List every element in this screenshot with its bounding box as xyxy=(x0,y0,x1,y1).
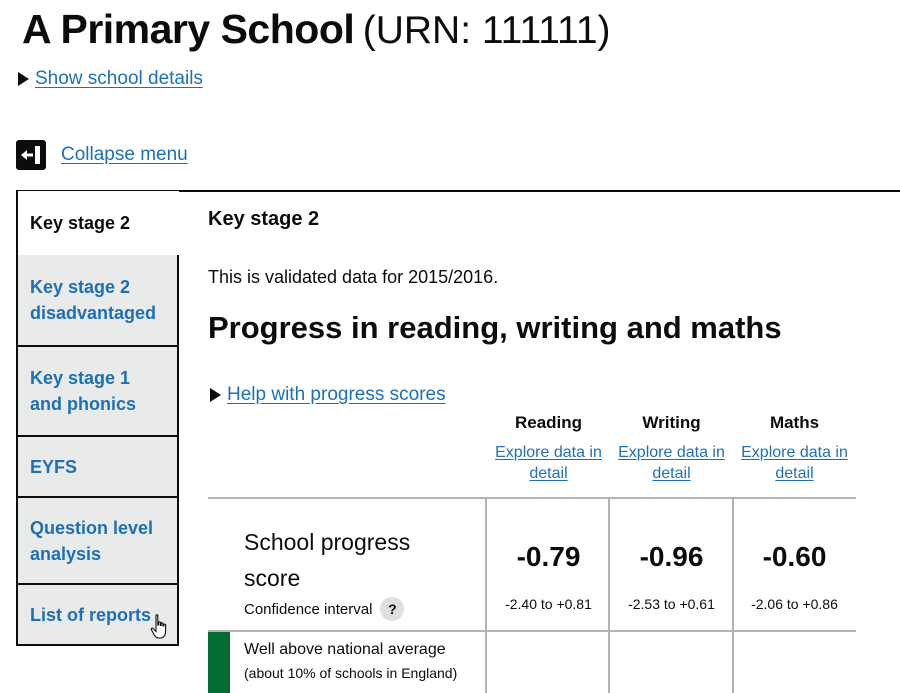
explore-maths-link[interactable]: Explore data in detail xyxy=(733,442,856,484)
sidebar-item-label: EYFS xyxy=(30,456,78,477)
column-header-writing: Writing Explore data in detail xyxy=(610,413,733,484)
sidebar-item-key-stage-2-disadvantaged[interactable]: Key stage 2 disadvantaged xyxy=(16,255,179,347)
show-school-details-toggle[interactable]: Show school details xyxy=(18,68,203,90)
sidebar-item-label: Question level analysis xyxy=(30,517,154,564)
column-header-maths: Maths Explore data in detail xyxy=(733,413,856,484)
band-color-swatch xyxy=(208,632,230,693)
band-subtitle: (about 10% of schools in England) xyxy=(244,665,458,681)
section-heading: Key stage 2 xyxy=(208,208,320,230)
school-urn: (URN: 111111) xyxy=(362,9,611,52)
school-name: A Primary School xyxy=(22,6,355,52)
column-name: Maths xyxy=(769,413,820,432)
collapse-menu-icon[interactable] xyxy=(16,140,46,170)
writing-score: -0.96 xyxy=(639,541,704,572)
hand-pointer-cursor-icon xyxy=(150,614,167,639)
sidebar-item-eyfs[interactable]: EYFS xyxy=(16,437,179,498)
reading-score: -0.79 xyxy=(516,541,581,572)
sidebar-item-question-level-analysis[interactable]: Question level analysis xyxy=(16,498,179,585)
confidence-interval-label: Confidence interval xyxy=(244,600,373,618)
sidebar-item-label: Key stage 2 disadvantaged xyxy=(30,277,157,323)
band-title: Well above national average xyxy=(244,641,446,658)
help-progress-scores-link[interactable]: Help with progress scores xyxy=(227,384,446,406)
table-divider xyxy=(208,630,856,632)
sidebar-item-label: Key stage 2 xyxy=(30,213,131,233)
explore-reading-link[interactable]: Explore data in detail xyxy=(487,442,610,484)
column-name: Writing xyxy=(642,413,701,432)
help-question-icon[interactable]: ? xyxy=(380,597,405,621)
show-school-details-link[interactable]: Show school details xyxy=(35,68,203,90)
validated-note: This is validated data for 2015/2016. xyxy=(208,267,499,287)
collapse-menu-control[interactable]: Collapse menu xyxy=(16,140,188,170)
progress-heading: Progress in reading, writing and maths xyxy=(208,310,782,345)
triangle-right-icon xyxy=(18,72,29,86)
maths-score: -0.60 xyxy=(762,541,827,572)
sidebar-item-key-stage-1-and-phonics[interactable]: Key stage 1 and phonics xyxy=(16,347,179,437)
writing-confidence-range: -2.53 to +0.61 xyxy=(628,596,715,612)
table-divider xyxy=(208,497,856,499)
collapse-menu-link[interactable]: Collapse menu xyxy=(61,144,188,166)
school-progress-score-label: School progress score xyxy=(244,529,411,591)
explore-writing-link[interactable]: Explore data in detail xyxy=(610,442,733,484)
help-progress-scores-toggle[interactable]: Help with progress scores xyxy=(210,384,446,406)
maths-confidence-range: -2.06 to +0.86 xyxy=(751,596,838,612)
sidebar-nav: Key stage 2 Key stage 2 disadvantaged Ke… xyxy=(16,191,179,646)
column-name: Reading xyxy=(514,413,583,432)
page-title: A Primary School (URN: 111111) xyxy=(22,6,611,53)
sidebar-item-label: Key stage 1 and phonics xyxy=(30,368,137,414)
triangle-right-icon xyxy=(210,388,221,402)
column-header-reading: Reading Explore data in detail xyxy=(487,413,610,484)
sidebar-item-label: List of reports xyxy=(30,604,152,625)
sidebar-item-key-stage-2[interactable]: Key stage 2 xyxy=(16,191,179,255)
reading-confidence-range: -2.40 to +0.81 xyxy=(505,596,592,612)
confidence-interval: Confidence interval ? xyxy=(244,597,405,621)
